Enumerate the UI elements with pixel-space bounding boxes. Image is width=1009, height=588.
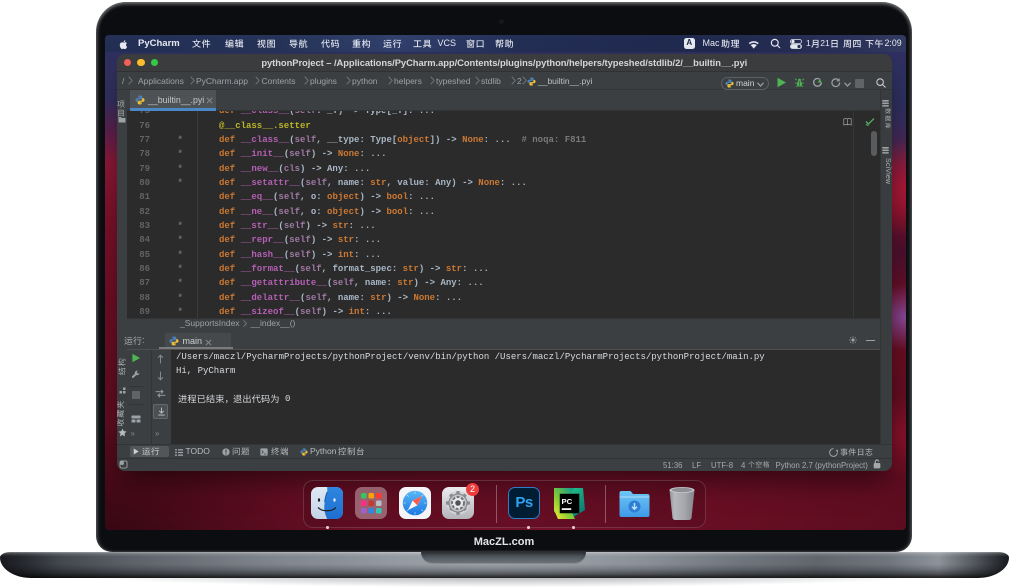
svg-text:PC: PC (562, 496, 573, 505)
